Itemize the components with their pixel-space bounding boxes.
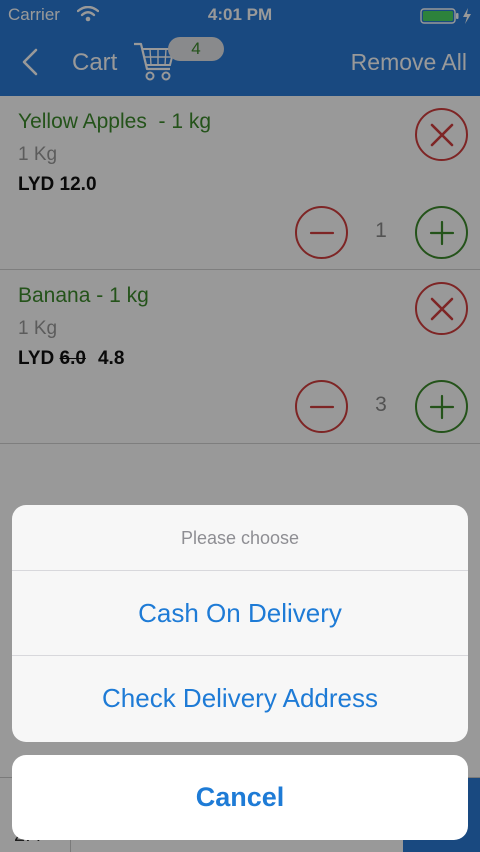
action-sheet-title: Please choose <box>12 505 468 571</box>
cancel-button[interactable]: Cancel <box>12 755 468 840</box>
action-sheet: Please choose Cash On Delivery Check Del… <box>12 505 468 742</box>
cash-on-delivery-option[interactable]: Cash On Delivery <box>12 571 468 656</box>
check-delivery-address-option[interactable]: Check Delivery Address <box>12 656 468 741</box>
